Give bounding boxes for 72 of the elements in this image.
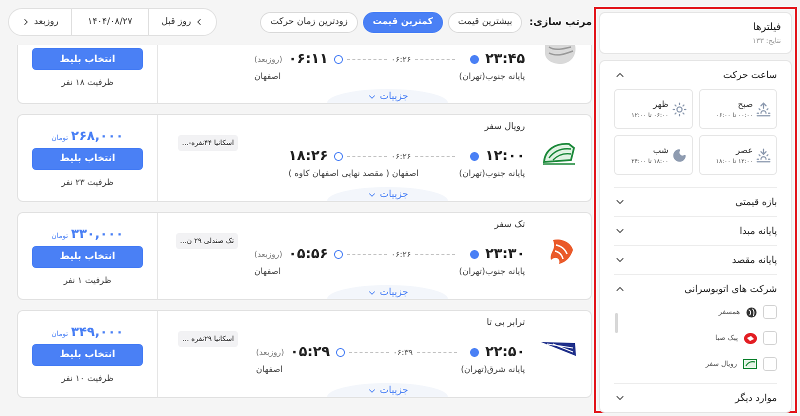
arrival-dot (334, 152, 344, 160)
operator-name: ترابر بی تا (486, 318, 525, 330)
trip-duration: ۰۶:۲۶ (391, 152, 412, 160)
ticket-price: ۳۳۰,۰۰۰ (71, 226, 124, 242)
ticket-price: ۳۴۹,۰۰۰ (71, 324, 124, 340)
filter-section-header[interactable]: پایانه مبدا (614, 217, 777, 245)
origin-terminal: پایانه جنوب(تهران) (459, 267, 525, 277)
destination: اصفهان ( مقصد نهایی اصفهان کاوه ) (288, 169, 419, 179)
sort-label: مرتب سازی: (529, 16, 592, 28)
departure-dot (470, 250, 480, 258)
sort-option[interactable]: زودترین زمان حرکت (260, 12, 358, 32)
time-option-label: عصر (736, 146, 753, 156)
select-ticket-button[interactable]: انتخاب بلیط (32, 48, 143, 70)
departure-time: ۲۳:۳۰ (485, 246, 525, 262)
sort-option[interactable]: کمترین قیمت (362, 12, 444, 32)
select-ticket-button[interactable]: انتخاب بلیط (32, 148, 143, 170)
trip-duration: ۰۶:۳۹ (392, 348, 413, 356)
sun-icon (672, 102, 686, 116)
departure-dot (470, 152, 480, 160)
filter-section-header[interactable]: موارد دیگر (614, 384, 777, 412)
next-day-note: (روزبعد) (256, 348, 284, 356)
moon-icon (672, 148, 686, 162)
arrival-time: ۰۶:۱۱ (288, 51, 328, 67)
destination: اصفهان (254, 72, 281, 82)
filter-section-header[interactable]: شرکت های اتوبوسرانی (614, 275, 777, 303)
operator-name: تک سفر (493, 220, 525, 232)
departure-time: ۲۲:۵۰ (485, 344, 525, 360)
arrival-time: ۰۵:۵۶ (288, 246, 328, 262)
next-day-note: (روزبعد) (254, 250, 282, 258)
globe-logo-icon (746, 306, 757, 318)
origin-terminal: پایانه شرق(تهران) (460, 365, 525, 375)
current-date: ۱۴۰۴/۰۸/۲۷ (70, 9, 150, 35)
operator-name: رویال سفر (483, 122, 525, 134)
scrollbar-thumb[interactable] (615, 313, 618, 333)
departure-time: ۲۳:۴۵ (485, 51, 525, 67)
arrival-dot (334, 250, 344, 258)
filter-section-header[interactable]: بازه قیمتی (614, 188, 777, 216)
departure-time: ۱۲:۰۰ (485, 148, 525, 164)
departure-dot (470, 348, 480, 356)
seat-capacity: ظرفیت ۱۰ نفر (61, 374, 114, 384)
company-checkbox[interactable] (763, 305, 777, 319)
arrival-time: ۰۵:۲۹ (290, 344, 330, 360)
select-ticket-button[interactable]: انتخاب بلیط (32, 246, 143, 268)
filters-title: فیلترها (752, 22, 781, 33)
sunrise-icon (756, 102, 771, 116)
filter-section-header[interactable]: پایانه مقصد (614, 246, 777, 274)
sort-option[interactable]: بیشترین قیمت (448, 12, 522, 32)
ticket-price: ۲۶۸,۰۰۰ (71, 128, 124, 144)
departure-dot (470, 54, 480, 64)
next-day-button[interactable]: روزبعد (9, 9, 71, 35)
destination: اصفهان (256, 365, 283, 375)
seat-capacity: ظرفیت ۱۸ نفر (61, 78, 114, 88)
previous-day-button[interactable]: روز قبل (149, 9, 216, 35)
origin-terminal: پایانه جنوب(تهران) (459, 169, 525, 179)
time-option-label: ظهر (653, 100, 668, 110)
destination: اصفهان (254, 267, 281, 277)
select-ticket-button[interactable]: انتخاب بلیط (32, 344, 143, 366)
seat-capacity: ظرفیت ۲۳ نفر (61, 178, 114, 188)
time-option-label: شب (653, 146, 668, 156)
sunset-icon (756, 148, 771, 162)
arrival-dot (334, 54, 344, 64)
company-checkbox[interactable] (763, 331, 777, 345)
trip-duration: ۰۶:۲۶ (391, 54, 412, 64)
time-option-label: صبح (738, 100, 753, 110)
trip-duration: ۰۶:۲۶ (391, 250, 412, 258)
filter-section-header[interactable]: ساعت حرکت (614, 61, 777, 89)
arrival-time: ۱۸:۲۶ (288, 148, 328, 164)
next-day-note: (روزبعد) (254, 54, 282, 64)
arrival-dot (336, 348, 345, 356)
company-checkbox[interactable] (763, 357, 777, 371)
seat-capacity: ظرفیت ۱ نفر (64, 276, 112, 286)
origin-terminal: پایانه جنوب(تهران) (459, 72, 525, 82)
